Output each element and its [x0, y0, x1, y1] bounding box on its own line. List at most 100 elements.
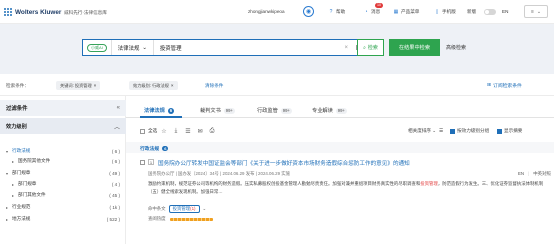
filter-item-dept-regulations[interactable]: ▸ 部门规章 ( 4 ) — [0, 179, 126, 189]
filter-item-state-council-docs[interactable]: ▸ 国务院其他文件 ( 6 ) — [0, 156, 126, 166]
matched-clause-tag[interactable]: 投资管理(1) — [168, 205, 200, 213]
tab-count: 6 — [167, 107, 175, 114]
messages-link[interactable]: ◔ 消息 — [363, 9, 380, 15]
ai-assistant-icon[interactable]: ◉ — [303, 6, 314, 17]
select-all[interactable]: 全选 — [140, 128, 157, 134]
clear-icon[interactable]: × — [341, 45, 351, 51]
caret-down-icon: ▾ — [6, 170, 9, 176]
search-field-label: 法律法规 — [117, 45, 140, 52]
caret-right-icon: ▸ — [6, 216, 9, 222]
result-title-link[interactable]: 国务院办公厅转发中国证监会等部门《关于进一步做好资本市场财务造假综合惩防工作的意… — [158, 159, 410, 167]
search-input[interactable]: 投资管理 — [152, 40, 341, 55]
search-button[interactable]: ⌕ 检索 — [357, 39, 384, 56]
mobile-link[interactable]: ▯ 手机版 — [434, 9, 456, 15]
remove-chip-icon[interactable]: × — [94, 83, 97, 88]
filter-item-local-regulations[interactable]: ▸ 地方法规 ( 522 ) — [0, 214, 126, 224]
help-link[interactable]: ? 帮助 — [328, 9, 346, 15]
show-summary-option[interactable]: 显示摘要 — [497, 128, 522, 134]
matched-clause-tag-label: 投资管理 — [172, 206, 191, 211]
main-menu-button[interactable]: ≡ ⌄ — [524, 5, 548, 18]
chevron-down-icon[interactable]: ⌄ — [203, 206, 207, 212]
search-within-results-button[interactable]: 在结果中检索 — [389, 39, 440, 56]
matched-clause-count: (1) — [190, 206, 196, 211]
collapse-sidebar-icon[interactable]: « — [117, 105, 120, 111]
filter-item-count: ( 1k ) — [109, 204, 120, 210]
language-switch[interactable]: EN — [502, 9, 508, 14]
filter-header: 过滤条件 « — [0, 100, 126, 116]
top-navbar: Wolters Kluwer 威科先行·法律信息库 zhongjianwkipe… — [0, 0, 554, 24]
filter-item-count: ( 6 ) — [111, 148, 120, 154]
star-icon[interactable]: ☆ — [160, 127, 168, 135]
clear-conditions-link[interactable]: 清除条件 — [205, 83, 223, 89]
filter-item-count: ( 522 ) — [106, 216, 120, 222]
effect-level-group[interactable]: 效力级别 ︿ — [0, 118, 126, 134]
result-snippet: 激励约束机制，规范证券公司等机构的财务造假。压实私募股权创投基金管理人勤勉尽责责… — [148, 180, 548, 197]
tab-label: 专业解读 — [312, 108, 333, 114]
products-menu-label: 产品菜单 — [401, 9, 420, 14]
snippet-highlight: 投资管理 — [420, 181, 438, 186]
mail-icon[interactable]: ✉ — [196, 127, 204, 135]
chevron-down-icon: ⌄ — [536, 8, 542, 15]
subscribe-label: 订阅检索条件 — [493, 84, 522, 89]
filter-item-label: 部门其他文件 — [18, 192, 46, 197]
hamburger-icon: ≡ — [530, 8, 534, 15]
help-icon: ? — [329, 9, 333, 15]
select-all-checkbox[interactable] — [140, 128, 145, 134]
ai-scope-selector[interactable]: 小威AI — [83, 40, 111, 55]
tab-commentary[interactable]: 专业解读 99+ — [312, 107, 347, 114]
list-icon[interactable]: ☰ — [184, 127, 192, 135]
result-item: 1 国务院办公厅转发中国证监会等部门《关于进一步做好资本市场财务造假综合惩防工作… — [126, 156, 554, 244]
english-link[interactable]: EN — [518, 171, 524, 177]
bilingual-link[interactable]: 中英对照 — [533, 171, 551, 177]
remove-chip-icon[interactable]: × — [171, 83, 174, 88]
result-language-options: EN | 中英对照 — [518, 171, 551, 177]
tab-laws[interactable]: 法律法规 6 — [144, 107, 175, 114]
separator: | — [528, 171, 530, 176]
filter-item-dept-rules[interactable]: ▾ 部门规章 ( 49 ) — [0, 168, 126, 178]
tab-judgments[interactable]: 裁判文书 99+ — [200, 107, 235, 114]
print-icon[interactable]: ⎙ — [208, 127, 216, 135]
filter-item-admin-regulations[interactable]: ▾ 行政法规 ( 6 ) — [0, 146, 126, 156]
filter-item-dept-other-docs[interactable]: ▸ 部门其他文件 ( 45 ) — [0, 190, 126, 200]
list-view-icon[interactable]: ☰ — [439, 128, 443, 134]
subscribe-icon: ⊞ — [487, 83, 492, 88]
products-menu-link[interactable]: ▦ 产品菜单 — [393, 9, 420, 15]
filter-title: 过滤条件 — [6, 106, 28, 112]
filter-item-label: 部门规章 — [18, 181, 37, 186]
brand-logo[interactable]: Wolters Kluwer — [4, 8, 61, 17]
filter-item-industry-norms[interactable]: ▸ 行业规范 ( 1k ) — [0, 202, 126, 212]
result-toolbar: 全选 ☆ ⤓ ☰ ✉ ⎙ 相关度排序 ⌄ ☰ 按效力级别分组 显示摘要 — [126, 124, 554, 138]
result-checkbox[interactable] — [140, 160, 145, 165]
result-group-header[interactable]: 行政法规 6 — [126, 142, 554, 153]
mobile-icon: ▯ — [435, 9, 439, 15]
search-box: 小威AI 法律法规 ⌄ 投资管理 × 仅标题 — [82, 39, 383, 56]
group-by-level-checkbox[interactable] — [450, 128, 455, 134]
caret-right-icon: ▸ — [12, 158, 15, 164]
tab-count: 99+ — [335, 107, 347, 114]
reading-heat-label: 查阅热度 — [148, 216, 166, 221]
search-band: 小威AI 法律法规 ⌄ 投资管理 × 仅标题 ⌕ 检索 在结果中检索 高级检索 — [0, 24, 554, 74]
search-button-label: 检索 — [367, 45, 378, 51]
tab-administrative[interactable]: 行政监管 99+ — [257, 107, 292, 114]
filter-item-label: 行业规范 — [12, 204, 31, 209]
messages-label: 消息 — [371, 9, 381, 14]
show-summary-label: 显示摘要 — [504, 128, 523, 133]
condition-chip: 效力级别: 行政法规 × — [129, 81, 178, 90]
download-icon[interactable]: ⤓ — [172, 127, 180, 135]
effect-level-title: 效力级别 — [6, 123, 27, 130]
sort-select[interactable]: 相关度排序 ⌄ — [408, 128, 436, 134]
filter-item-label: 地方法规 — [12, 216, 31, 221]
new-version-toggle[interactable] — [484, 9, 496, 15]
tab-label: 法律法规 — [144, 108, 165, 114]
subscribe-conditions-link[interactable]: ⊞ 订阅检索条件 — [487, 82, 522, 89]
advanced-search-link[interactable]: 高级检索 — [446, 44, 466, 51]
search-conditions-row: 检索条件： 关键词: 投资管理 × 效力级别: 行政法规 × 清除条件 ⊞ 订阅… — [0, 74, 554, 96]
filter-item-count: ( 45 ) — [109, 192, 120, 198]
group-label: 行政法规 — [140, 147, 160, 152]
product-menu[interactable]: 威科先行·法律信息库 — [64, 10, 107, 16]
caret-right-icon: ▸ — [12, 181, 15, 187]
show-summary-checkbox[interactable] — [497, 128, 502, 134]
search-field-select[interactable]: 法律法规 ⌄ — [110, 40, 153, 55]
group-by-level-option[interactable]: 按效力级别分组 — [450, 128, 489, 134]
user-name[interactable]: zhongjianwkipeoa — [248, 9, 285, 14]
